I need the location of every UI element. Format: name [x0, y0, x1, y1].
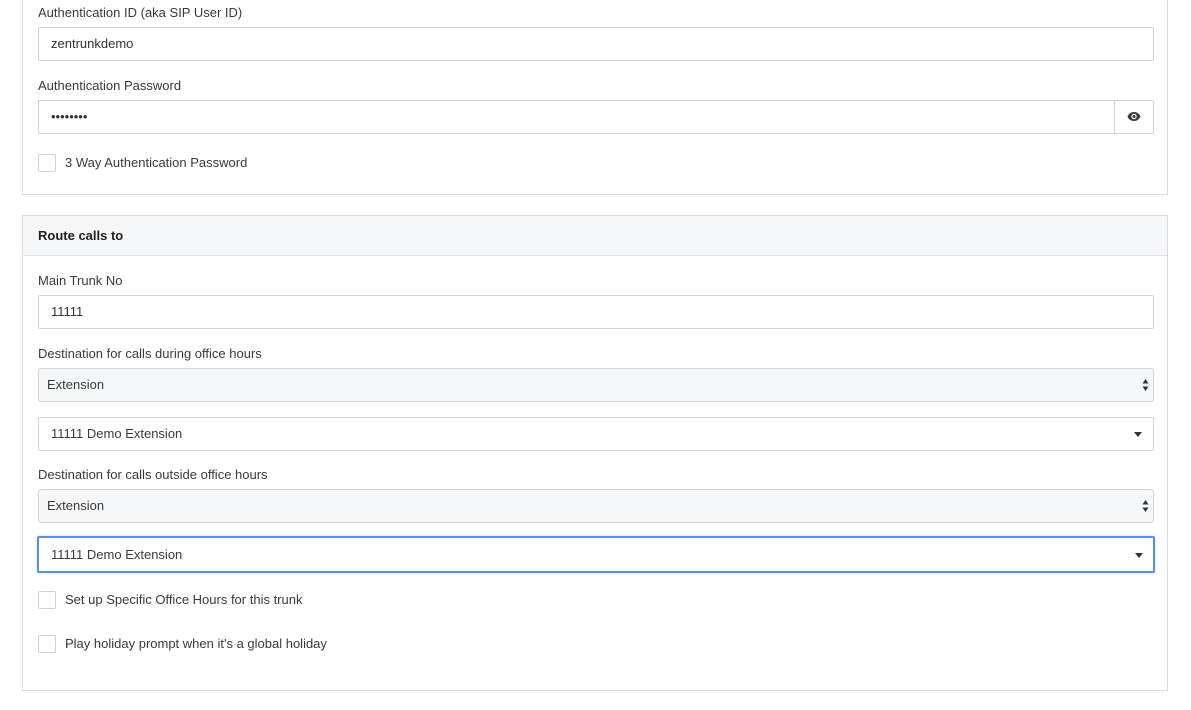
main-trunk-label: Main Trunk No [38, 273, 123, 288]
three-way-auth-label: 3 Way Authentication Password [65, 155, 248, 170]
auth-password-input[interactable]: •••••••• [38, 100, 1115, 134]
chevron-down-icon [1134, 432, 1142, 437]
route-calls-panel: Route calls to [22, 215, 1168, 691]
auth-id-label: Authentication ID (aka SIP User ID) [38, 5, 243, 20]
outside-hours-type-value: Extension [47, 498, 105, 513]
main-trunk-input[interactable]: 11111 [38, 295, 1154, 329]
select-updown-icon [1142, 500, 1149, 512]
outside-hours-type-select[interactable]: Extension [38, 489, 1154, 523]
auth-password-label: Authentication Password [38, 78, 182, 93]
chevron-down-icon [1135, 553, 1143, 558]
route-calls-title: Route calls to [38, 228, 124, 243]
holiday-prompt-checkbox[interactable] [38, 635, 56, 653]
office-hours-target-select[interactable]: 11111 Demo Extension [38, 417, 1154, 451]
route-calls-heading: Route calls to [23, 216, 1167, 256]
auth-id-input[interactable]: zentrunkdemo [38, 27, 1154, 61]
eye-icon [1127, 112, 1141, 121]
office-hours-label: Destination for calls during office hour… [38, 346, 262, 361]
outside-hours-target-value: 11111 Demo Extension [51, 547, 183, 562]
select-updown-icon [1142, 379, 1149, 391]
office-hours-type-value: Extension [47, 377, 105, 392]
holiday-prompt-label: Play holiday prompt when it's a global h… [65, 636, 327, 651]
office-hours-target-value: 11111 Demo Extension [51, 426, 183, 441]
three-way-auth-checkbox[interactable] [38, 154, 56, 172]
specific-hours-checkbox[interactable] [38, 591, 56, 609]
outside-hours-target-select[interactable]: 11111 Demo Extension [37, 536, 1155, 573]
specific-hours-label: Set up Specific Office Hours for this tr… [65, 592, 303, 607]
show-password-button[interactable] [1114, 100, 1154, 134]
office-hours-type-select[interactable]: Extension [38, 368, 1154, 402]
outside-hours-label: Destination for calls outside office hou… [38, 467, 268, 482]
